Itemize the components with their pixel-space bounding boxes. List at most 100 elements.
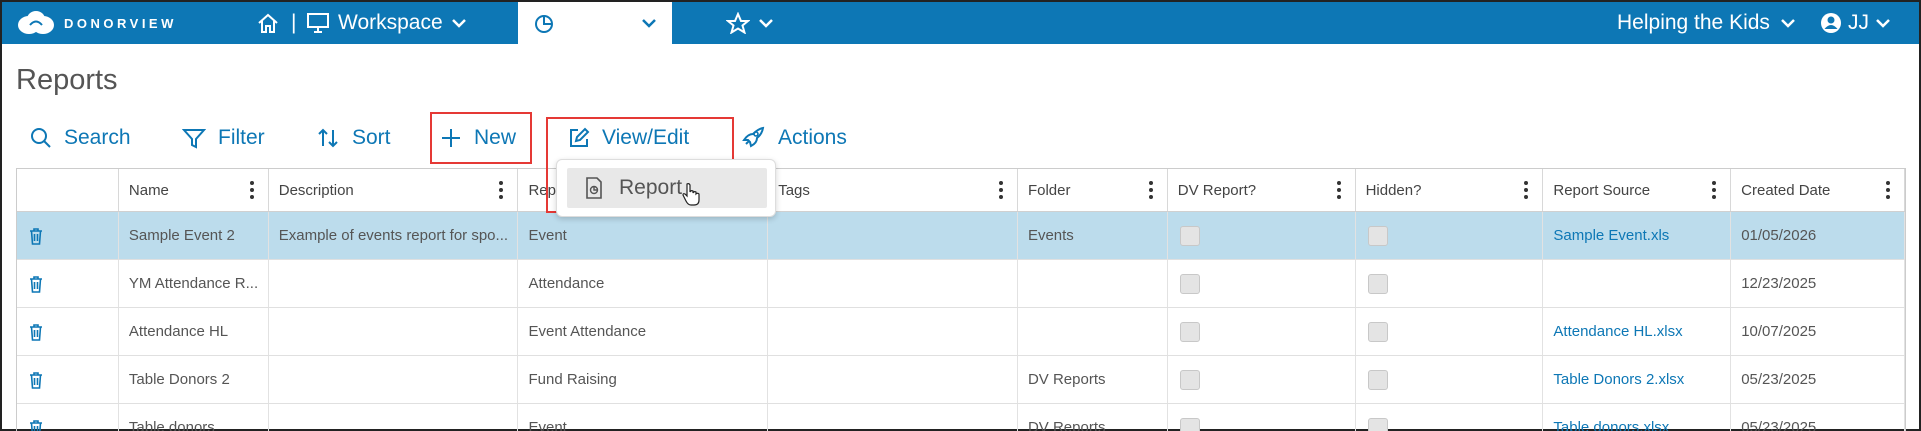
- rocket-icon: [742, 126, 765, 148]
- nav-reports-label: Reports: [561, 11, 635, 34]
- table-row[interactable]: Sample Event 2 Example of events report f…: [17, 212, 1905, 260]
- table-row[interactable]: Table donors Event DV Reports Table donors.…: [17, 404, 1905, 431]
- star-icon: [726, 12, 750, 34]
- sort-label: Sort: [352, 126, 391, 149]
- cell-report-type: Attendance: [518, 260, 769, 307]
- cell-name: Sample Event 2: [119, 212, 269, 259]
- column-menu-icon[interactable]: [998, 181, 1003, 202]
- cell-hidden: [1356, 404, 1544, 431]
- column-menu-icon[interactable]: [1524, 181, 1529, 202]
- cell-name: Table donors: [119, 404, 269, 431]
- dv-report-checkbox[interactable]: [1179, 369, 1200, 390]
- col-header-report-source[interactable]: Report Source: [1543, 169, 1732, 211]
- col-header-name[interactable]: Name: [119, 169, 269, 211]
- actions-button[interactable]: Actions: [740, 120, 847, 156]
- nav-reports-tab[interactable]: Reports: [518, 2, 672, 44]
- column-menu-icon[interactable]: [499, 181, 504, 202]
- cell-hidden: [1356, 260, 1544, 307]
- column-menu-icon[interactable]: [1148, 181, 1153, 202]
- hidden-checkbox[interactable]: [1367, 225, 1388, 246]
- column-menu-icon[interactable]: [1712, 181, 1717, 202]
- cell-created-date: 05/23/2025: [1731, 356, 1905, 403]
- cell-tags: [768, 212, 1018, 259]
- cell-created-date: 01/05/2026: [1731, 212, 1905, 259]
- delete-icon[interactable]: [17, 260, 119, 307]
- hidden-checkbox[interactable]: [1367, 417, 1388, 431]
- user-avatar-icon: [1821, 13, 1841, 33]
- new-button[interactable]: New: [440, 120, 516, 156]
- report-source-link[interactable]: Sample Event.xls: [1543, 212, 1732, 259]
- pie-chart-icon: [535, 15, 554, 33]
- hidden-checkbox[interactable]: [1367, 369, 1388, 390]
- delete-icon[interactable]: [17, 308, 119, 355]
- cell-tags: [768, 404, 1018, 431]
- new-label: New: [474, 126, 517, 149]
- cell-hidden: [1356, 356, 1544, 403]
- cell-folder: DV Reports: [1018, 404, 1168, 431]
- table-row[interactable]: Attendance HL Event Attendance Attendance …: [17, 308, 1905, 356]
- chevron-down-icon: [451, 19, 466, 28]
- filter-button[interactable]: Filter: [182, 120, 265, 156]
- column-menu-icon[interactable]: [249, 181, 254, 202]
- col-header-label: Created Date: [1741, 181, 1831, 199]
- home-icon[interactable]: [256, 2, 280, 44]
- col-header-dv-report[interactable]: DV Report?: [1168, 169, 1356, 211]
- logo-text: DONORVIEW: [64, 15, 177, 31]
- sort-button[interactable]: Sort: [316, 120, 391, 156]
- cell-report-type: Event: [518, 404, 769, 431]
- column-menu-icon[interactable]: [1885, 181, 1890, 202]
- cell-dv-report: [1168, 356, 1356, 403]
- cell-report-type: Event Attendance: [518, 308, 769, 355]
- col-header-hidden[interactable]: Hidden?: [1356, 169, 1544, 211]
- nav-favorites[interactable]: [726, 2, 774, 44]
- cell-tags: [768, 356, 1018, 403]
- cell-description: [269, 260, 519, 307]
- report-source-link[interactable]: Table Donors 2.xlsx: [1543, 356, 1732, 403]
- search-icon: [31, 128, 51, 148]
- col-header-folder[interactable]: Folder: [1018, 169, 1168, 211]
- dv-report-checkbox[interactable]: [1179, 321, 1200, 342]
- search-button[interactable]: Search: [30, 120, 131, 156]
- col-header-created-date[interactable]: Created Date: [1731, 169, 1905, 211]
- dv-report-checkbox[interactable]: [1179, 273, 1200, 294]
- report-source-link[interactable]: [1543, 260, 1732, 307]
- delete-icon[interactable]: [17, 212, 119, 259]
- nav-workspace[interactable]: Workspace: [306, 2, 467, 44]
- table-row[interactable]: YM Attendance R... Attendance 12/23/2025: [17, 260, 1905, 308]
- col-header-tags[interactable]: Tags: [768, 169, 1018, 211]
- table-row[interactable]: Table Donors 2 Fund Raising DV Reports Tabl…: [17, 356, 1905, 404]
- cell-dv-report: [1168, 212, 1356, 259]
- dv-report-checkbox[interactable]: [1179, 225, 1200, 246]
- cell-created-date: 10/07/2025: [1731, 308, 1905, 355]
- cell-dv-report: [1168, 404, 1356, 431]
- col-header-label: Rep: [528, 181, 556, 199]
- cell-folder: DV Reports: [1018, 356, 1168, 403]
- dropdown-item-report[interactable]: Report: [567, 168, 767, 208]
- view-edit-button[interactable]: View/Edit: [568, 120, 689, 156]
- report-source-link[interactable]: Attendance HL.xlsx: [1543, 308, 1732, 355]
- cell-description: [269, 404, 519, 431]
- cell-name: YM Attendance R...: [119, 260, 269, 307]
- dv-report-checkbox[interactable]: [1179, 417, 1200, 431]
- delete-icon[interactable]: [17, 404, 119, 431]
- cell-folder: Events: [1018, 212, 1168, 259]
- logo[interactable]: DONORVIEW: [16, 2, 177, 44]
- hidden-checkbox[interactable]: [1367, 321, 1388, 342]
- col-header-description[interactable]: Description: [269, 169, 519, 211]
- plus-icon: [442, 129, 460, 147]
- nav-organization[interactable]: Helping the Kids: [1617, 2, 1796, 44]
- table-header: Name Description Rep Tags Folder DV Repo…: [17, 169, 1905, 212]
- hidden-checkbox[interactable]: [1367, 273, 1388, 294]
- col-header-label: Name: [128, 181, 169, 199]
- view-edit-dropdown: Report: [556, 159, 776, 217]
- report-source-link[interactable]: Table donors.xlsx: [1543, 404, 1732, 431]
- column-menu-icon[interactable]: [1336, 181, 1341, 202]
- nav-user-menu[interactable]: JJ: [1820, 2, 1891, 44]
- delete-icon[interactable]: [17, 356, 119, 403]
- filter-label: Filter: [218, 126, 265, 149]
- cell-name: Attendance HL: [119, 308, 269, 355]
- edit-icon: [570, 127, 590, 147]
- cell-description: [269, 356, 519, 403]
- cell-hidden: [1356, 212, 1544, 259]
- hand-cursor-icon: [682, 183, 700, 206]
